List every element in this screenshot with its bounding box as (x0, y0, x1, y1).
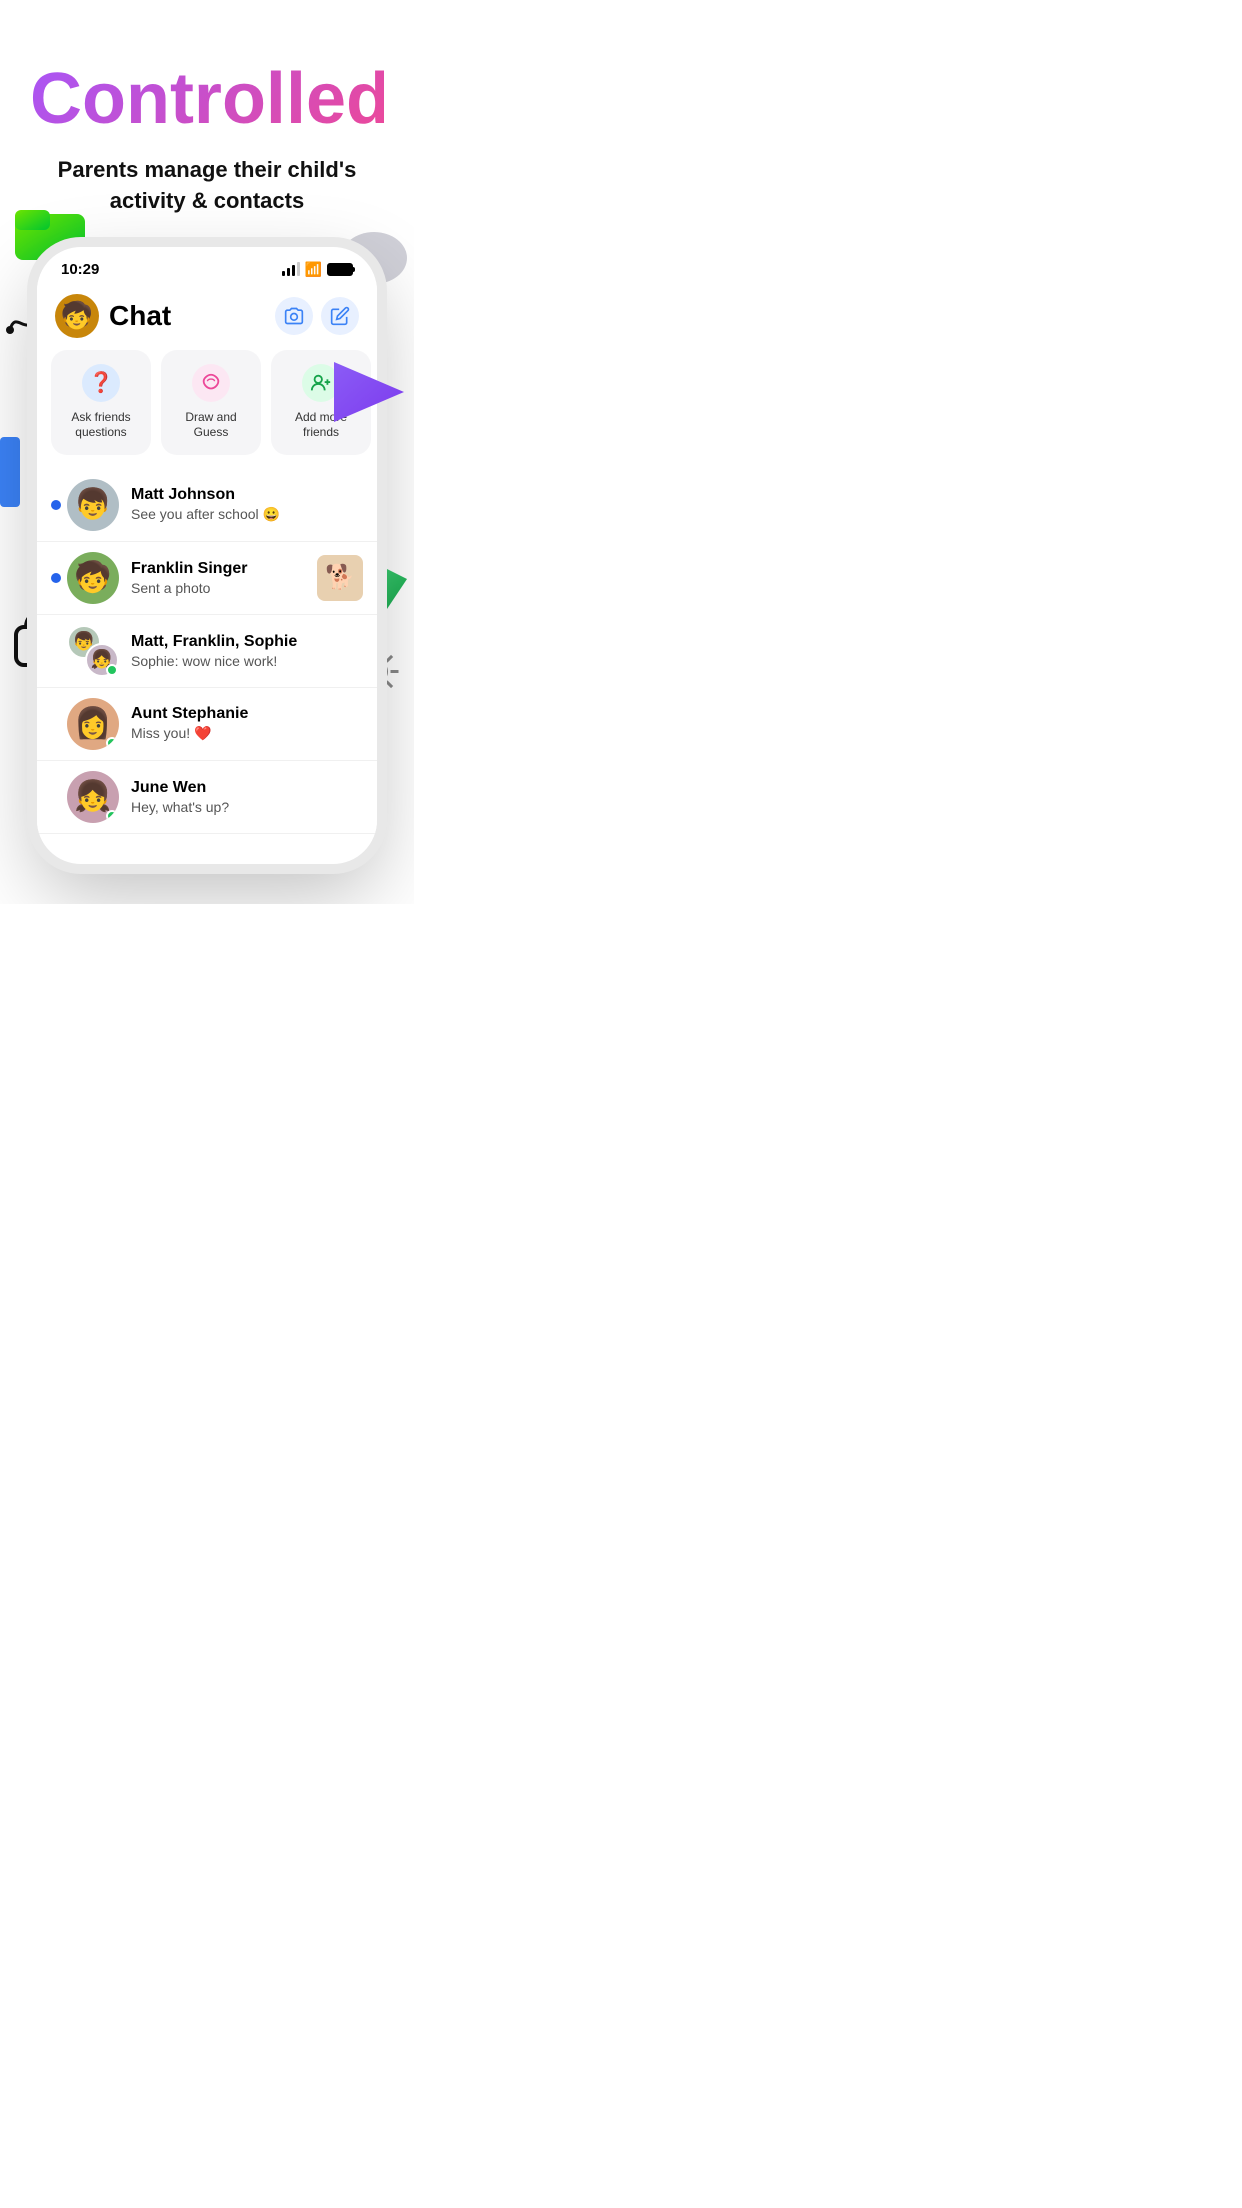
compose-button[interactable] (321, 297, 359, 335)
unread-dot-matt (51, 500, 61, 510)
chat-name-matt: Matt Johnson (131, 486, 363, 504)
chat-preview-group: Sophie: wow nice work! (131, 653, 363, 669)
quick-actions: ❓ Ask friendsquestions Draw andGuess (37, 350, 377, 469)
chat-item-june-wen[interactable]: 👧 June Wen Hey, what's up? (37, 761, 377, 834)
group-online-dot (106, 664, 118, 676)
chat-preview-franklin: Sent a photo (131, 580, 317, 596)
online-dot-stephanie (106, 737, 118, 749)
app-content: 🧒 Chat (37, 284, 377, 864)
draw-guess-label: Draw andGuess (185, 410, 236, 441)
status-icons: 📶 (282, 261, 353, 278)
page-subtitle: Parents manage their child's activity & … (47, 155, 367, 217)
compose-icon (330, 306, 350, 326)
chat-name-franklin: Franklin Singer (131, 560, 317, 578)
app-header: 🧒 Chat (37, 284, 377, 350)
chat-preview-june: Hey, what's up? (131, 799, 363, 815)
quick-action-draw-guess[interactable]: Draw andGuess (161, 350, 261, 455)
app-title: Chat (109, 300, 275, 332)
phone-mockup: 10:29 📶 (37, 247, 377, 864)
camera-button[interactable] (275, 297, 313, 335)
quick-action-ask-friends[interactable]: ❓ Ask friendsquestions (51, 350, 151, 455)
chat-info-group: Matt, Franklin, Sophie Sophie: wow nice … (131, 633, 363, 669)
chat-info-stephanie: Aunt Stephanie Miss you! ❤️ (131, 705, 363, 742)
chat-name-group: Matt, Franklin, Sophie (131, 633, 363, 651)
ask-friends-label: Ask friendsquestions (71, 410, 130, 441)
chat-info-june: June Wen Hey, what's up? (131, 779, 363, 815)
avatar-matt: 👦 (67, 479, 119, 531)
phone-wrapper: 10:29 📶 (0, 237, 414, 904)
signal-icon (282, 262, 300, 276)
avatar-stephanie: 👩 (67, 698, 119, 750)
chat-item-aunt-stephanie[interactable]: 👩 Aunt Stephanie Miss you! ❤️ (37, 688, 377, 761)
deco-blue-rect (0, 437, 20, 512)
status-bar: 10:29 📶 (37, 247, 377, 284)
wifi-icon: 📶 (305, 261, 322, 278)
chat-list: 👦 Matt Johnson See you after school 😀 🧒 (37, 469, 377, 834)
draw-guess-icon (192, 364, 230, 402)
deco-send-arrow (329, 357, 409, 432)
battery-icon (327, 263, 353, 276)
chat-preview-stephanie: Miss you! ❤️ (131, 725, 363, 742)
hero-section: Controlled Parents manage their child's … (0, 0, 414, 237)
user-avatar: 🧒 (55, 294, 99, 338)
chat-item-group[interactable]: 👦 👧 Matt, Franklin, Sophie Sophie: wow n… (37, 615, 377, 688)
chat-name-stephanie: Aunt Stephanie (131, 705, 363, 723)
chat-item-matt-johnson[interactable]: 👦 Matt Johnson See you after school 😀 (37, 469, 377, 542)
camera-icon (284, 306, 304, 326)
chat-item-franklin-singer[interactable]: 🧒 Franklin Singer Sent a photo 🐕 (37, 542, 377, 615)
chat-info-franklin: Franklin Singer Sent a photo (131, 560, 317, 596)
avatar-group: 👦 👧 (67, 625, 119, 677)
chat-name-june: June Wen (131, 779, 363, 797)
status-time: 10:29 (61, 261, 99, 278)
chat-info-matt: Matt Johnson See you after school 😀 (131, 486, 363, 523)
unread-dot-franklin (51, 573, 61, 583)
chat-preview-matt: See you after school 😀 (131, 506, 363, 523)
avatar-franklin: 🧒 (67, 552, 119, 604)
page-title: Controlled (30, 60, 384, 139)
avatar-june: 👧 (67, 771, 119, 823)
header-actions (275, 297, 359, 335)
ask-friends-icon: ❓ (82, 364, 120, 402)
chat-thumb-franklin: 🐕 (317, 555, 363, 601)
online-dot-june (106, 810, 118, 822)
